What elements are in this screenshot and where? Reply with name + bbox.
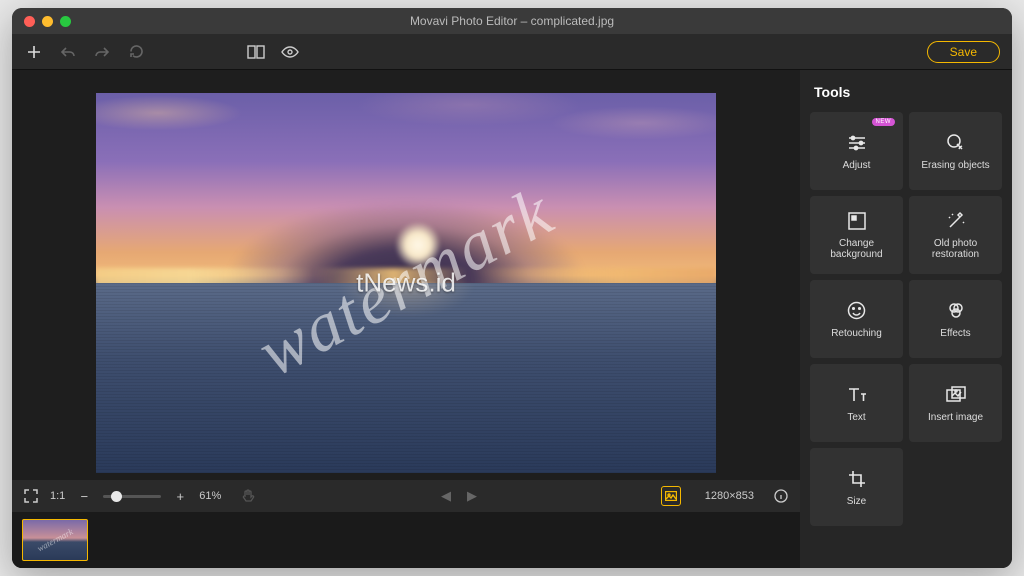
tool-label: Change background bbox=[814, 238, 899, 260]
add-icon[interactable] bbox=[24, 42, 44, 62]
titlebar: Movavi Photo Editor – complicated.jpg bbox=[12, 8, 1012, 34]
save-button[interactable]: Save bbox=[927, 41, 1000, 63]
canvas-area: watermark tNews.id 1:1 − + 61% bbox=[12, 70, 800, 568]
image-dimensions: 1280×853 bbox=[705, 490, 754, 502]
top-toolbar: Save bbox=[12, 34, 1012, 70]
tool-insert-image[interactable]: Insert image bbox=[909, 364, 1002, 442]
reset-icon[interactable] bbox=[126, 42, 146, 62]
bottom-bar: 1:1 − + 61% ◀ ▶ 1280×853 bbox=[12, 480, 800, 512]
tools-panel: Tools NEW Adjust Erasing objects bbox=[800, 70, 1012, 568]
tool-effects[interactable]: Effects bbox=[909, 280, 1002, 358]
tool-grid: NEW Adjust Erasing objects bbox=[810, 112, 1002, 526]
zoom-percent-label: 61% bbox=[199, 490, 221, 502]
tool-adjust[interactable]: NEW Adjust bbox=[810, 112, 903, 190]
text-icon bbox=[847, 384, 867, 406]
tool-retouching[interactable]: Retouching bbox=[810, 280, 903, 358]
tool-label: Size bbox=[847, 496, 866, 507]
zoom-in-button[interactable]: + bbox=[171, 487, 189, 505]
sliders-icon bbox=[847, 132, 867, 154]
fit-screen-icon[interactable] bbox=[22, 487, 40, 505]
prev-image-icon[interactable]: ◀ bbox=[437, 487, 455, 505]
nav-arrows: ◀ ▶ bbox=[437, 487, 481, 505]
preview-eye-icon[interactable] bbox=[280, 42, 300, 62]
insert-image-icon bbox=[946, 384, 966, 406]
canvas-viewport[interactable]: watermark tNews.id bbox=[12, 70, 800, 480]
app-window: Movavi Photo Editor – complicated.jpg bbox=[12, 8, 1012, 568]
hand-tool-icon[interactable] bbox=[239, 487, 257, 505]
tool-label: Effects bbox=[940, 328, 970, 339]
thumbnail-strip: watermark bbox=[12, 512, 800, 568]
eraser-cursor-icon bbox=[946, 132, 966, 154]
tool-label: Insert image bbox=[928, 412, 983, 423]
before-after-icon[interactable] bbox=[661, 486, 681, 506]
traffic-lights bbox=[12, 16, 71, 27]
tool-old-photo-restoration[interactable]: Old photo restoration bbox=[909, 196, 1002, 274]
thumbnail-selected[interactable]: watermark bbox=[22, 519, 88, 561]
zoom-slider[interactable] bbox=[103, 495, 161, 498]
zoom-slider-thumb[interactable] bbox=[111, 491, 122, 502]
overlay-branding: tNews.id bbox=[356, 268, 456, 299]
tools-heading: Tools bbox=[810, 84, 1002, 100]
info-icon[interactable] bbox=[772, 487, 790, 505]
tool-label: Retouching bbox=[831, 328, 882, 339]
next-image-icon[interactable]: ▶ bbox=[463, 487, 481, 505]
window-title: Movavi Photo Editor – complicated.jpg bbox=[12, 14, 1012, 28]
tool-change-background[interactable]: Change background bbox=[810, 196, 903, 274]
minimize-window-button[interactable] bbox=[42, 16, 53, 27]
tool-label: Erasing objects bbox=[921, 160, 989, 171]
magic-wand-icon bbox=[946, 210, 966, 232]
smiley-icon bbox=[847, 300, 866, 322]
close-window-button[interactable] bbox=[24, 16, 35, 27]
new-badge: NEW bbox=[872, 118, 896, 126]
main-area: watermark tNews.id 1:1 − + 61% bbox=[12, 70, 1012, 568]
tool-label: Old photo restoration bbox=[913, 238, 998, 260]
tool-text[interactable]: Text bbox=[810, 364, 903, 442]
zoom-ratio-label[interactable]: 1:1 bbox=[50, 490, 65, 502]
crop-icon bbox=[848, 468, 866, 490]
maximize-window-button[interactable] bbox=[60, 16, 71, 27]
tool-erasing-objects[interactable]: Erasing objects bbox=[909, 112, 1002, 190]
effects-icon bbox=[946, 300, 966, 322]
photo-canvas[interactable]: watermark tNews.id bbox=[96, 93, 716, 473]
tool-size[interactable]: Size bbox=[810, 448, 903, 526]
redo-icon[interactable] bbox=[92, 42, 112, 62]
background-icon bbox=[848, 210, 866, 232]
zoom-out-button[interactable]: − bbox=[75, 487, 93, 505]
tool-label: Text bbox=[847, 412, 865, 423]
tool-label: Adjust bbox=[843, 160, 871, 171]
compare-split-icon[interactable] bbox=[246, 42, 266, 62]
undo-icon[interactable] bbox=[58, 42, 78, 62]
